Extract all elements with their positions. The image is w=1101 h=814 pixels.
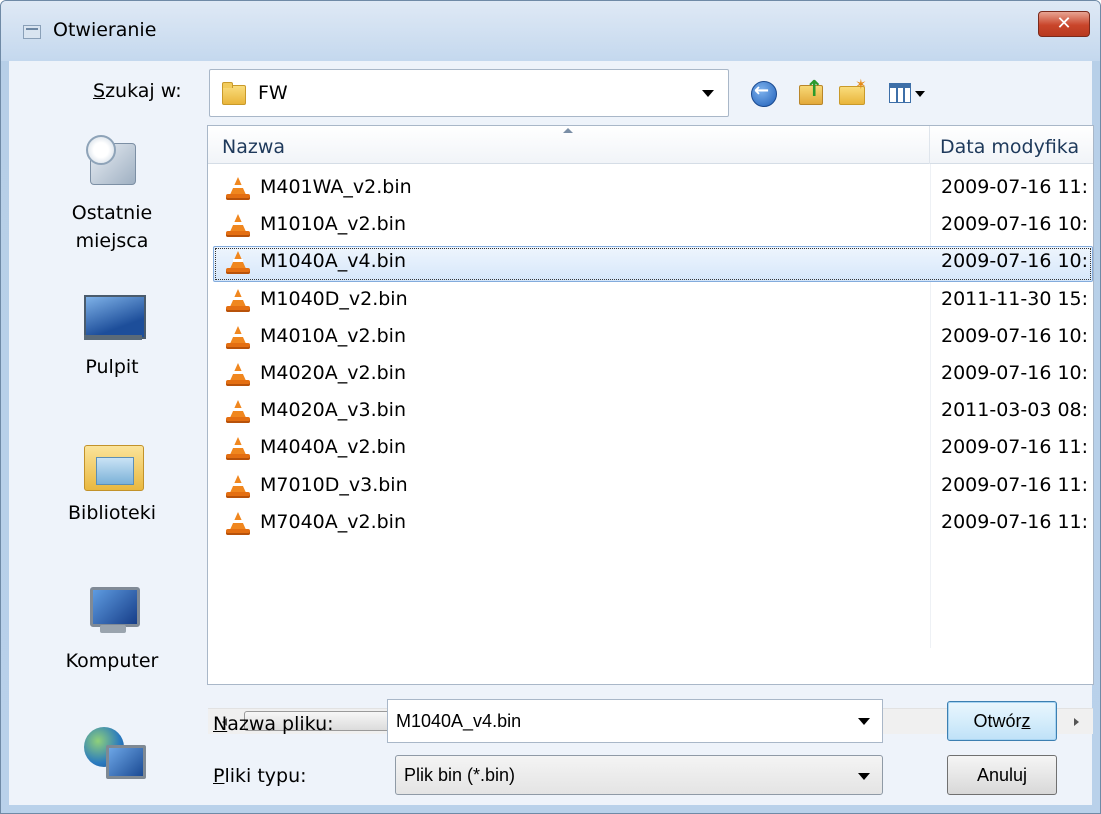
file-name: M4010A_v2.bin: [260, 324, 406, 347]
place-network[interactable]: [17, 723, 207, 787]
file-date: 2009-07-16 11:: [941, 510, 1089, 533]
folder-icon: [222, 82, 246, 105]
chevron-down-icon[interactable]: [702, 90, 714, 97]
lookin-value: FW: [258, 82, 288, 104]
filename-label: Nazwa pliku:: [213, 713, 334, 735]
file-date: 2011-03-03 08:: [941, 399, 1089, 422]
file-name: M7040A_v2.bin: [260, 510, 406, 533]
column-date-modified[interactable]: Data modyfika: [930, 126, 1095, 164]
file-name: M4020A_v3.bin: [260, 399, 406, 422]
file-row[interactable]: M1040A_v4.bin 2009-07-16 10:: [208, 244, 1093, 283]
places-bar: Ostatnie miejsca Pulpit Biblioteki Kompu…: [17, 125, 207, 805]
vlc-file-icon: [226, 511, 250, 536]
file-row[interactable]: M4010A_v2.bin 2009-07-16 10:: [208, 319, 1093, 356]
cancel-button[interactable]: Anuluj: [947, 755, 1057, 795]
file-date: 2009-07-16 10:: [941, 250, 1089, 273]
file-date: 2009-07-16 10:: [941, 361, 1089, 384]
vlc-file-icon: [226, 400, 250, 424]
file-row[interactable]: M1040D_v2.bin 2011-11-30 15:: [208, 282, 1093, 319]
column-name[interactable]: Nazwa: [208, 126, 930, 164]
libraries-icon: [84, 435, 144, 491]
open-button[interactable]: Otwórz: [947, 701, 1057, 741]
file-row[interactable]: M401WA_v2.bin 2009-07-16 11:: [208, 170, 1093, 207]
window-icon: [23, 25, 41, 39]
filetype-select[interactable]: Plik bin (*.bin): [395, 755, 883, 795]
file-name: M1040A_v4.bin: [260, 250, 406, 273]
filetype-label: Pliki typu:: [213, 765, 307, 787]
views-menu-button[interactable]: [889, 81, 929, 107]
computer-icon: [84, 583, 140, 639]
network-icon: [84, 723, 146, 779]
place-label: Ostatnie miejsca: [71, 202, 153, 252]
vlc-file-icon: [226, 177, 250, 201]
place-label: Komputer: [65, 650, 159, 672]
file-row[interactable]: M4040A_v2.bin 2009-07-16 11:: [208, 430, 1093, 467]
scroll-right-icon[interactable]: [1074, 718, 1079, 726]
file-date: 2011-11-30 15:: [941, 287, 1089, 310]
file-list[interactable]: Nazwa Data modyfika M401WA_v2.bin 2009-07…: [207, 125, 1094, 734]
file-name: M4020A_v2.bin: [260, 361, 406, 384]
lookin-label: Szukaj w:: [93, 80, 182, 102]
place-libraries[interactable]: Biblioteki: [17, 435, 207, 527]
open-dialog: Otwieranie ✕ Szukaj w: FW Ostatnie miejs…: [0, 0, 1101, 814]
chevron-down-icon: [858, 773, 870, 780]
vlc-file-icon: [226, 288, 250, 313]
place-label: Biblioteki: [68, 502, 156, 524]
filename-input[interactable]: M1040A_v4.bin: [387, 699, 883, 743]
vlc-file-icon: [226, 325, 250, 350]
place-recent[interactable]: Ostatnie miejsca: [17, 135, 207, 255]
file-date: 2009-07-16 10:: [941, 324, 1089, 347]
file-name: M401WA_v2.bin: [260, 176, 412, 198]
title-bar[interactable]: Otwieranie ✕: [1, 1, 1100, 61]
file-date: 2009-07-16 11:: [941, 436, 1089, 459]
vlc-file-icon: [226, 474, 250, 499]
desktop-icon: [84, 289, 146, 345]
file-date: 2009-07-16 10:: [941, 213, 1089, 236]
file-date: 2009-07-16 11:: [941, 176, 1089, 198]
back-icon[interactable]: [751, 80, 779, 107]
chevron-down-icon[interactable]: [858, 718, 870, 725]
place-label: Pulpit: [85, 356, 139, 378]
vlc-file-icon: [226, 251, 250, 275]
recent-places-icon: [84, 135, 140, 191]
up-folder-icon[interactable]: [799, 77, 827, 107]
file-name: M4040A_v2.bin: [260, 436, 406, 459]
file-row[interactable]: M7040A_v2.bin 2009-07-16 11:: [208, 505, 1093, 542]
file-name: M1040D_v2.bin: [260, 287, 408, 310]
file-row[interactable]: M1010A_v2.bin 2009-07-16 10:: [208, 207, 1093, 244]
file-name: M7010D_v3.bin: [260, 473, 408, 496]
file-row[interactable]: M7010D_v3.bin 2009-07-16 11:: [208, 468, 1093, 505]
file-date: 2009-07-16 11:: [941, 473, 1089, 496]
sort-ascending-icon: [563, 128, 573, 133]
views-icon: [889, 83, 911, 103]
new-folder-icon[interactable]: [839, 77, 867, 107]
dialog-client: Szukaj w: FW Ostatnie miejsca Pulpit Bi: [9, 61, 1094, 805]
lookin-combo[interactable]: FW: [209, 69, 729, 117]
close-button[interactable]: ✕: [1038, 11, 1090, 37]
chevron-down-icon: [915, 91, 925, 97]
file-rows: M401WA_v2.bin 2009-07-16 11: M1010A_v2.bin…: [208, 170, 1093, 542]
file-row[interactable]: M4020A_v2.bin 2009-07-16 10:: [208, 356, 1093, 393]
place-computer[interactable]: Komputer: [17, 583, 207, 675]
vlc-file-icon: [226, 362, 250, 387]
place-desktop[interactable]: Pulpit: [17, 289, 207, 381]
window-title: Otwieranie: [53, 19, 157, 41]
vlc-file-icon: [226, 214, 250, 238]
file-row[interactable]: M4020A_v3.bin 2011-03-03 08:: [208, 393, 1093, 430]
vlc-file-icon: [226, 437, 250, 461]
file-name: M1010A_v2.bin: [260, 213, 406, 236]
column-header: Nazwa Data modyfika: [208, 126, 1093, 164]
